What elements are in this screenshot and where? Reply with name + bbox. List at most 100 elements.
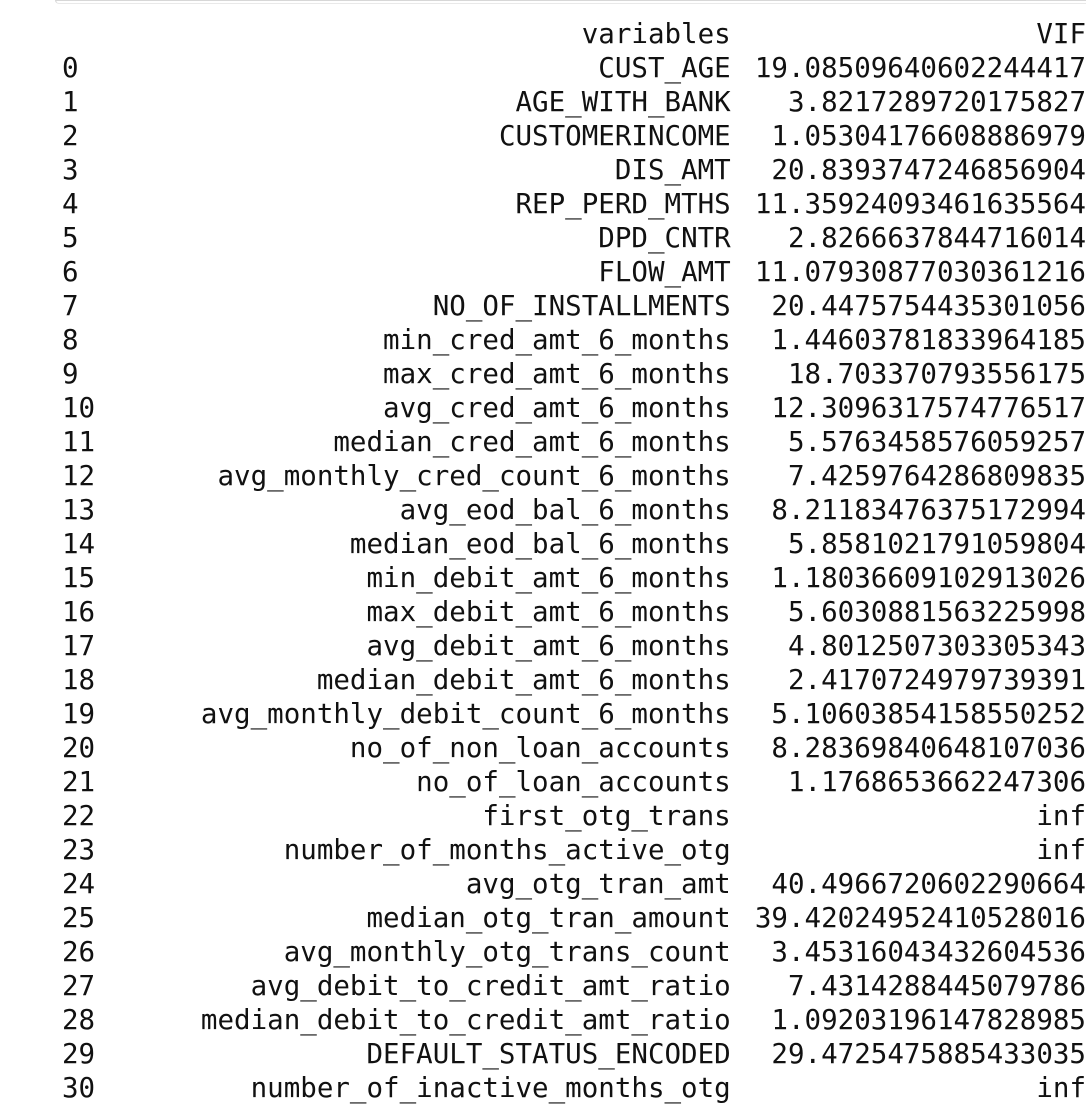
vif-value: 5.5763458576059257	[787, 426, 1086, 458]
variable-name: avg_cred_amt_6_months	[383, 392, 731, 424]
table-row: 5 DPD_CNTR 2.8266637844716014	[62, 221, 1086, 255]
variable-name: CUST_AGE	[598, 52, 731, 84]
vif-value: inf	[1036, 834, 1086, 866]
table-row: 4 REP_PERD_MTHS 11.35924093461635564	[62, 187, 1086, 221]
variable-name: number_of_months_active_otg	[283, 834, 731, 866]
index-column-header	[62, 17, 127, 51]
vif-value: 2.8266637844716014	[787, 222, 1086, 254]
variable-name: DIS_AMT	[614, 154, 731, 186]
table-row: 15 min_debit_amt_6_months 1.18036609102913…	[62, 561, 1086, 595]
table-row: 13 avg_eod_bal_6_months 8.2118347637517299…	[62, 493, 1086, 527]
table-row: 6 FLOW_AMT 11.07930877030361216	[62, 255, 1086, 289]
vif-value: inf	[1036, 800, 1086, 832]
vif-value: 11.35924093461635564	[754, 188, 1086, 220]
row-index: 1	[62, 86, 79, 118]
table-row: 18 median_debit_amt_6_months 2.41707249797…	[62, 663, 1086, 697]
vif-value: inf	[1036, 1072, 1086, 1104]
row-index: 17	[62, 630, 96, 662]
row-index: 21	[62, 766, 96, 798]
table-row: 7 NO_OF_INSTALLMENTS 20.4475754435301056	[62, 289, 1086, 323]
variable-name: CUSTOMERINCOME	[498, 120, 731, 152]
row-index: 5	[62, 222, 79, 254]
vif-value: 1.05304176608886979	[771, 120, 1086, 152]
row-index: 16	[62, 596, 96, 628]
vif-value: 20.4475754435301056	[771, 290, 1086, 322]
variable-name: median_debit_amt_6_months	[316, 664, 731, 696]
variable-name: NO_OF_INSTALLMENTS	[432, 290, 731, 322]
row-index: 8	[62, 324, 79, 356]
variable-name: avg_debit_to_credit_amt_ratio	[250, 970, 731, 1002]
variable-name: avg_monthly_cred_count_6_months	[217, 460, 731, 492]
row-index: 12	[62, 460, 96, 492]
vif-column-header: VIF	[1036, 18, 1086, 50]
variable-name: DPD_CNTR	[598, 222, 731, 254]
row-index: 11	[62, 426, 96, 458]
row-index: 14	[62, 528, 96, 560]
vif-value: 8.21183476375172994	[771, 494, 1086, 526]
row-index: 13	[62, 494, 96, 526]
vif-value: 5.8581021791059804	[787, 528, 1086, 560]
variable-name: REP_PERD_MTHS	[515, 188, 731, 220]
row-index: 24	[62, 868, 96, 900]
row-index: 25	[62, 902, 96, 934]
table-row: 10 avg_cred_amt_6_months 12.30963175747765…	[62, 391, 1086, 425]
vif-value: 1.1768653662247306	[787, 766, 1086, 798]
variable-name: min_cred_amt_6_months	[383, 324, 731, 356]
vif-value: 18.703370793556175	[787, 358, 1086, 390]
table-body: 0 CUST_AGE 19.08509640602244417 1 AGE_WITH_B…	[62, 51, 1086, 1105]
variable-name: no_of_non_loan_accounts	[349, 732, 731, 764]
row-index: 30	[62, 1072, 96, 1104]
row-index: 19	[62, 698, 96, 730]
row-index: 2	[62, 120, 79, 152]
table-row: 8 min_cred_amt_6_months 1.4460378183396418…	[62, 323, 1086, 357]
table-row: 12 avg_monthly_cred_count_6_months 7.42597…	[62, 459, 1086, 493]
table-row: 19 avg_monthly_debit_count_6_months 5.1060…	[62, 697, 1086, 731]
table-row: 3 DIS_AMT 20.8393747246856904	[62, 153, 1086, 187]
table-row: 20 no_of_non_loan_accounts 8.2836984064810…	[62, 731, 1086, 765]
variable-name: FLOW_AMT	[598, 256, 731, 288]
table-row: 29 DEFAULT_STATUS_ENCODED 29.4725475885433…	[62, 1037, 1086, 1071]
vif-value: 1.09203196147828985	[771, 1004, 1086, 1036]
vif-value: 5.6030881563225998	[787, 596, 1086, 628]
variable-name: max_cred_amt_6_months	[383, 358, 731, 390]
row-index: 18	[62, 664, 96, 696]
table-row: 30 number_of_inactive_months_otg inf	[62, 1071, 1086, 1105]
row-index: 9	[62, 358, 79, 390]
row-index: 3	[62, 154, 79, 186]
row-index: 6	[62, 256, 79, 288]
vif-value: 40.4966720602290664	[771, 868, 1086, 900]
variable-name: max_debit_amt_6_months	[366, 596, 731, 628]
row-index: 10	[62, 392, 96, 424]
table-row: 16 max_debit_amt_6_months 5.60308815632259…	[62, 595, 1086, 629]
table-row: 1 AGE_WITH_BANK 3.8217289720175827	[62, 85, 1086, 119]
variable-name: avg_otg_tran_amt	[465, 868, 731, 900]
row-index: 28	[62, 1004, 96, 1036]
variable-name: no_of_loan_accounts	[416, 766, 731, 798]
vif-value: 3.8217289720175827	[787, 86, 1086, 118]
row-index: 7	[62, 290, 79, 322]
table-row: 23 number_of_months_active_otg inf	[62, 833, 1086, 867]
row-index: 4	[62, 188, 79, 220]
row-index: 23	[62, 834, 96, 866]
variable-name: first_otg_trans	[482, 800, 731, 832]
table-row: 11 median_cred_amt_6_months 5.576345857605…	[62, 425, 1086, 459]
table-header: variables VIF	[62, 17, 1086, 51]
table-row: 28 median_debit_to_credit_amt_ratio 1.0920…	[62, 1003, 1086, 1037]
vif-value: 12.3096317574776517	[771, 392, 1086, 424]
table-row: 22 first_otg_trans inf	[62, 799, 1086, 833]
variable-name: AGE_WITH_BANK	[515, 86, 731, 118]
variable-name: median_debit_to_credit_amt_ratio	[200, 1004, 731, 1036]
variable-name: number_of_inactive_months_otg	[250, 1072, 731, 1104]
vif-value: 39.42024952410528016	[754, 902, 1086, 934]
vif-value: 4.8012507303305343	[787, 630, 1086, 662]
table-row: 9 max_cred_amt_6_months 18.703370793556175	[62, 357, 1086, 391]
table-row: 0 CUST_AGE 19.08509640602244417	[62, 51, 1086, 85]
vif-value: 11.07930877030361216	[754, 256, 1086, 288]
table-row: 26 avg_monthly_otg_trans_count 3.453160434…	[62, 935, 1086, 969]
variable-name: avg_eod_bal_6_months	[399, 494, 731, 526]
vif-value: 7.4259764286809835	[787, 460, 1086, 492]
variable-name: median_otg_tran_amount	[366, 902, 731, 934]
table-row: 27 avg_debit_to_credit_amt_ratio 7.4314288…	[62, 969, 1086, 1003]
row-index: 26	[62, 936, 96, 968]
row-index: 20	[62, 732, 96, 764]
